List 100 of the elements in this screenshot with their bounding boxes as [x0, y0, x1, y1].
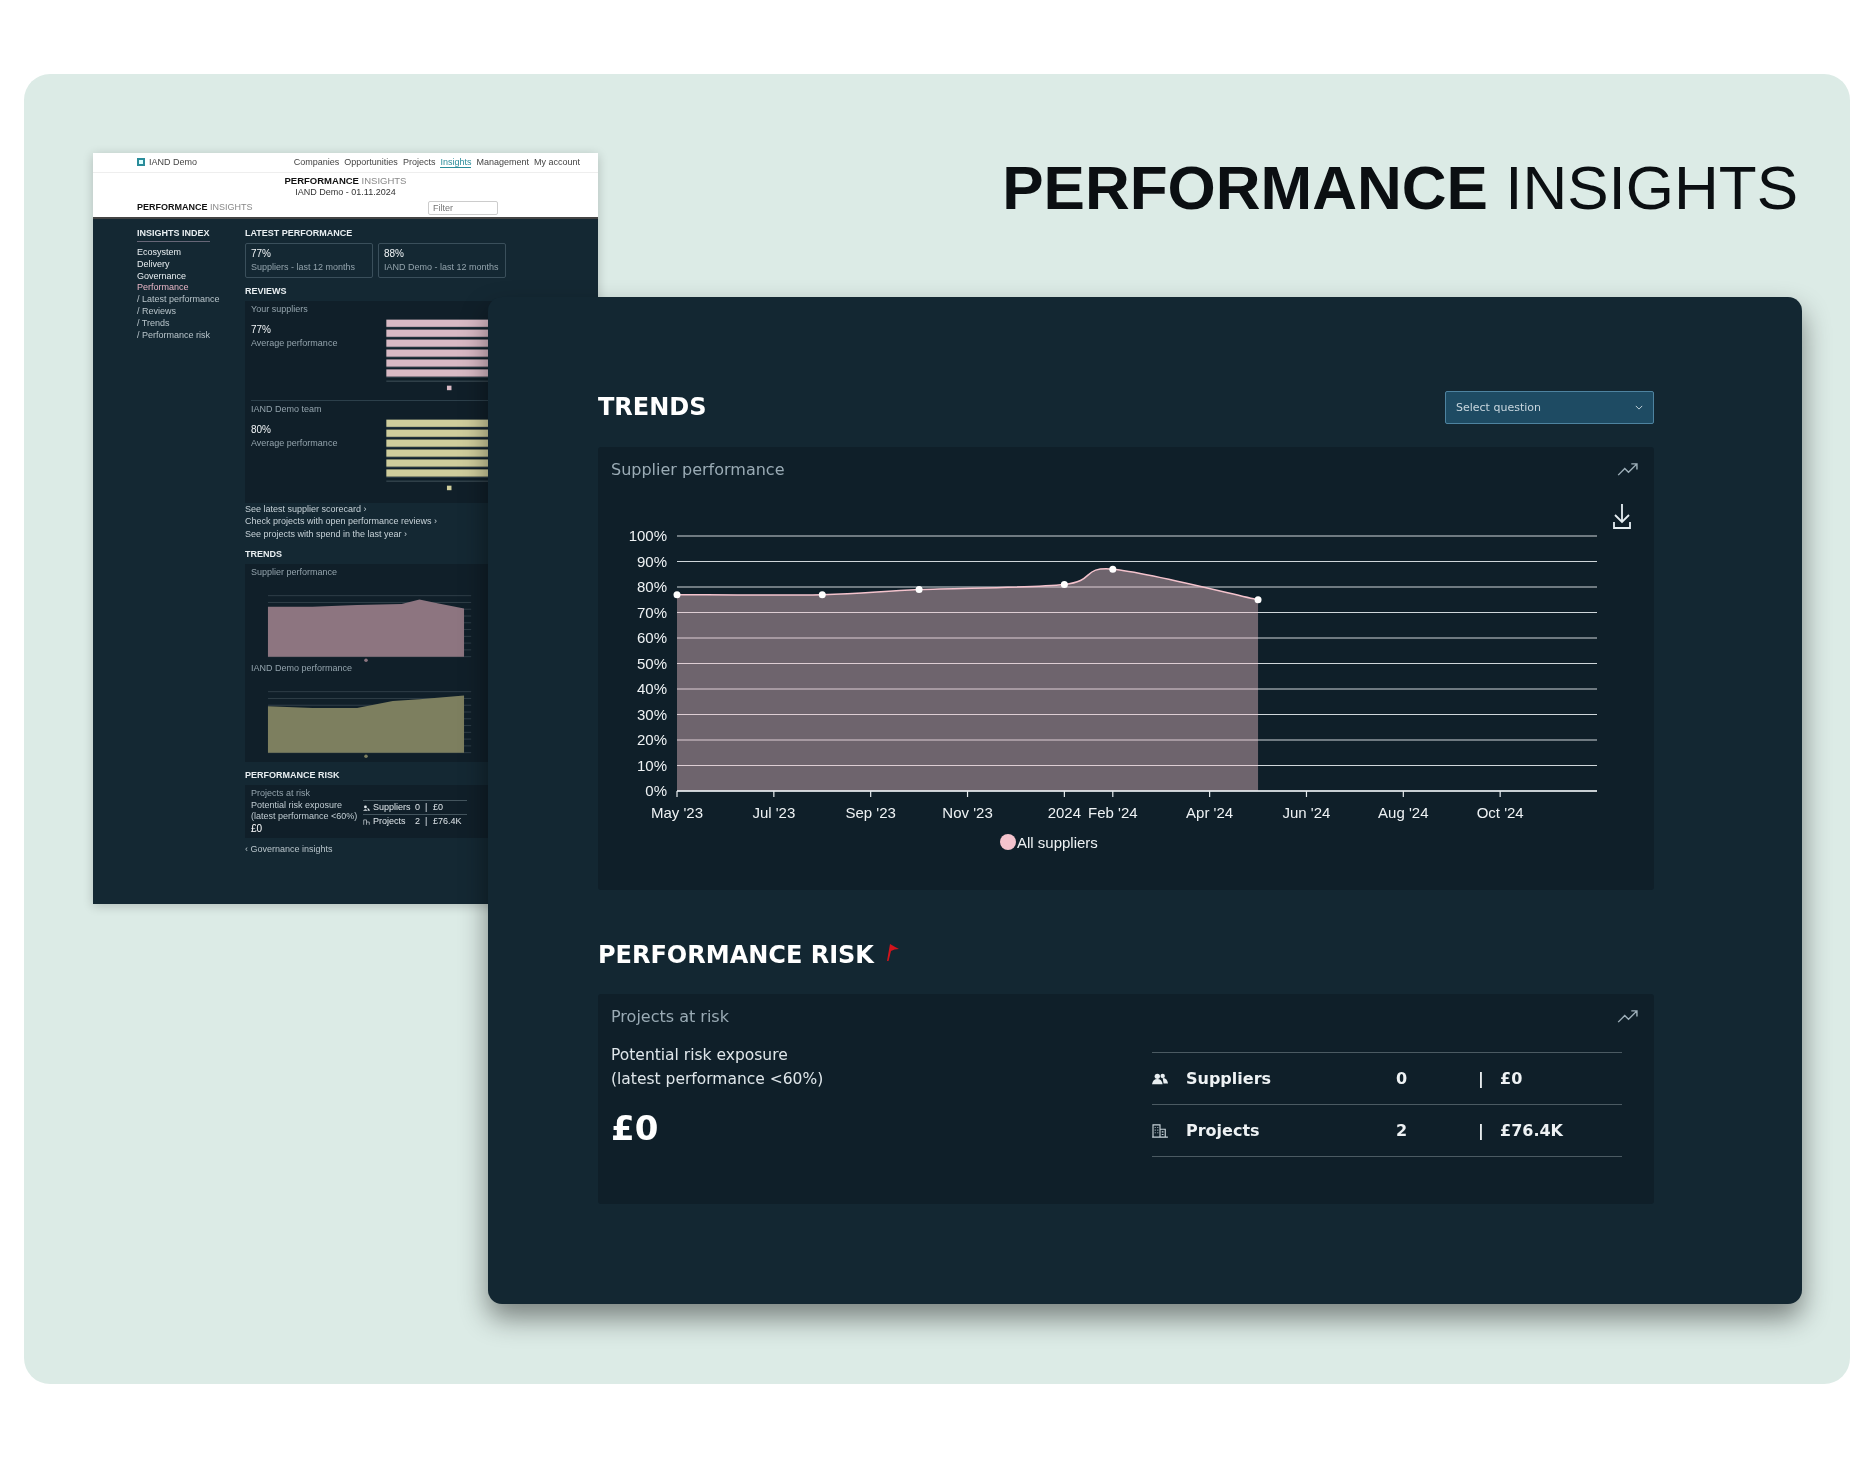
data-point — [673, 591, 681, 599]
x-tick-label: Nov '23 — [942, 804, 993, 821]
y-tick-label: 50% — [636, 654, 667, 672]
preview-title: PERFORMANCE INSIGHTS — [284, 175, 407, 186]
download-icon[interactable] — [1613, 503, 1631, 529]
y-tick-label: 0% — [645, 782, 667, 799]
data-point — [1060, 580, 1068, 588]
row-count: 2 — [415, 816, 421, 827]
row-amount: £0 — [433, 802, 444, 814]
stat-value: 77% — [251, 324, 272, 337]
row-count: 2 — [1396, 1121, 1409, 1140]
section-heading: LATEST PERFORMANCE — [245, 228, 353, 239]
card-title: Projects at risk — [611, 1007, 729, 1026]
text-link[interactable]: See latest supplier scorecard › — [245, 502, 367, 516]
stat-label: Average performance — [251, 338, 339, 350]
row-label: Projects — [373, 816, 407, 827]
panel-title: Supplier performance — [251, 566, 339, 578]
stat-label: Suppliers - last 12 months — [251, 262, 357, 273]
index-link[interactable]: Delivery — [137, 258, 245, 270]
risk-label: Potential risk exposure — [251, 800, 344, 812]
data-point — [1109, 565, 1117, 573]
stat-value: 88% — [384, 248, 405, 260]
section-heading: TRENDS — [245, 548, 282, 560]
section-heading: TRENDS — [598, 393, 707, 421]
stat-value: 80% — [251, 424, 272, 437]
trend-icon[interactable] — [1617, 462, 1640, 477]
nav-link[interactable]: Opportunities — [344, 156, 398, 169]
index-sublink[interactable]: / Reviews — [137, 305, 245, 317]
panel-title: Projects at risk — [251, 787, 311, 799]
logo-icon — [137, 158, 145, 167]
nav-link[interactable]: Management — [476, 156, 529, 169]
index-sublink[interactable]: / Performance risk — [137, 329, 245, 341]
row-amount: £76.4K — [1500, 1121, 1564, 1140]
y-tick-label: 60% — [636, 629, 667, 646]
risk-value: £0 — [611, 1108, 660, 1148]
panel-title: IAND Demo team — [251, 403, 323, 415]
y-tick-label: 20% — [636, 731, 667, 748]
people-icon — [363, 804, 370, 811]
legend-swatch — [446, 486, 452, 491]
risk-sublabel: (latest performance <60%) — [251, 811, 358, 822]
legend-swatch — [446, 386, 452, 391]
filter-field[interactable]: Filter — [428, 200, 498, 215]
risk-sublabel: (latest performance <60%) — [611, 1070, 824, 1088]
people-icon — [1152, 1071, 1168, 1086]
index-link[interactable]: Ecosystem — [137, 247, 245, 258]
panel-title: Your suppliers — [251, 303, 309, 315]
row-count: 0 — [1396, 1069, 1409, 1088]
y-tick-label: 10% — [636, 756, 667, 774]
data-point — [915, 586, 923, 594]
data-point — [818, 591, 826, 599]
section-heading: REVIEWS — [245, 285, 287, 297]
x-tick-label: 2024 — [1047, 804, 1082, 821]
stat-value: 77% — [251, 248, 272, 260]
index-link[interactable]: Performance — [137, 282, 245, 294]
x-tick-label: Oct '24 — [1476, 804, 1524, 821]
text-link[interactable]: See projects with spend in the last year › — [245, 528, 408, 541]
y-tick-label: 90% — [636, 552, 667, 570]
index-sublink[interactable]: / Latest performance — [137, 294, 245, 305]
chevron-icon — [1635, 404, 1643, 410]
nav-link[interactable]: Companies — [293, 156, 340, 169]
brand-name: IAND Demo — [149, 157, 197, 168]
x-tick-label: Sep '23 — [845, 804, 896, 821]
row-count: 0 — [415, 802, 421, 814]
row-label: Suppliers — [373, 802, 412, 814]
index-title: INSIGHTS INDEX — [137, 228, 210, 242]
page-heading: PERFORMANCE INSIGHTS — [1002, 152, 1798, 223]
legend-dot — [364, 658, 368, 662]
x-tick-label: Aug '24 — [1378, 804, 1429, 821]
legend-dot — [364, 754, 368, 758]
panel-title: IAND Demo performance — [251, 662, 354, 674]
x-tick-label: May '23 — [650, 804, 704, 821]
risk-label: Potential risk exposure — [611, 1046, 789, 1064]
row-amount: £76.4K — [433, 816, 463, 827]
nav-link[interactable]: My account — [533, 156, 580, 169]
nav-link[interactable]: Projects — [402, 156, 436, 169]
y-tick-label: 70% — [636, 603, 667, 621]
preview-subtitle: IAND Demo - 01.11.2024 — [295, 187, 396, 198]
trend-icon[interactable] — [1617, 1009, 1640, 1024]
legend-label: All suppliers — [1017, 834, 1098, 851]
x-tick-label: Feb '24 — [1088, 804, 1138, 821]
back-link[interactable]: ‹ Governance insights — [245, 843, 333, 855]
text-link[interactable]: Check projects with open performance reviews › — [245, 515, 438, 529]
index-link[interactable]: Governance — [137, 270, 245, 282]
row-label: Projects — [1186, 1121, 1261, 1140]
risk-value: £0 — [251, 822, 264, 835]
row-divider: | — [425, 802, 429, 814]
section-heading: PERFORMANCE RISK — [245, 769, 340, 781]
row-divider: | — [1478, 1069, 1485, 1088]
data-point — [1254, 596, 1262, 604]
index-sublink[interactable]: / Trends — [137, 317, 245, 329]
stat-label: IAND Demo - last 12 months — [384, 262, 500, 273]
section-title: PERFORMANCE INSIGHTS — [137, 202, 253, 214]
row-label: Suppliers — [1186, 1069, 1273, 1088]
x-tick-label: Jul '23 — [752, 804, 796, 821]
nav-link[interactable]: Insights — [440, 156, 472, 169]
x-tick-label: Apr '24 — [1186, 804, 1234, 821]
y-tick-label: 80% — [636, 578, 667, 595]
section-heading: PERFORMANCE RISK — [598, 941, 874, 969]
question-select[interactable]: Select question — [1445, 390, 1654, 424]
x-tick-label: Jun '24 — [1282, 804, 1331, 821]
